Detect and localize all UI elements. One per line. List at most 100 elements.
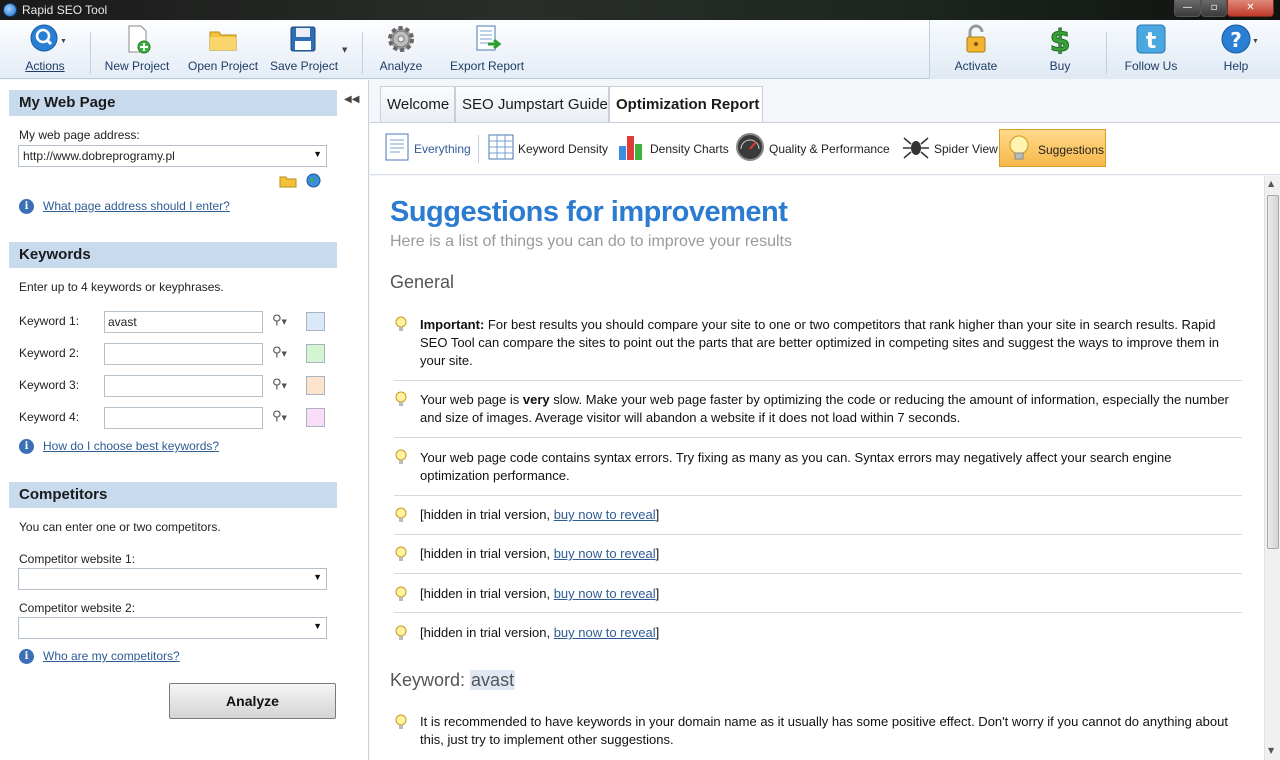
view-quality-performance[interactable]: Quality & Performance [731,129,895,167]
keyword-3-search-icon[interactable]: ⚲▼ [272,377,292,393]
report-view-bar: Everything Keyword Density Density Chart… [370,122,1280,175]
open-project-button[interactable]: Open Project [188,24,258,76]
scroll-up-arrow-icon[interactable]: ▲ [1268,179,1274,188]
keyword-4-search-icon[interactable]: ⚲▼ [272,409,292,425]
scroll-down-arrow-icon[interactable]: ▼ [1268,746,1274,755]
report-title: Suggestions for improvement [390,196,788,228]
suggestion-important-label: Important: [420,317,485,332]
tab-welcome[interactable]: Welcome [380,86,455,122]
toolbar-separator [90,32,91,74]
buy-now-to-reveal-link[interactable]: buy now to reveal [554,546,656,561]
hidden-prefix: [hidden in trial version, [420,507,554,522]
help-label: Help [1223,59,1249,73]
keyword-3-color-swatch[interactable] [306,376,325,395]
view-everything-label: Everything [414,142,471,156]
hidden-prefix: [hidden in trial version, [420,546,554,561]
hidden-suffix: ] [655,625,660,640]
suggestion-text: [hidden in trial version, buy now to rev… [420,585,1240,603]
address-help-link[interactable]: What page address should I enter? [43,199,230,213]
lightbulb-icon [394,449,408,467]
competitors-help-link[interactable]: Who are my competitors? [43,649,180,663]
twitter-icon: t [1136,24,1166,54]
minimize-button[interactable]: — [1174,0,1201,17]
view-keyword-density[interactable]: Keyword Density [482,129,608,167]
close-button[interactable]: ✕ [1227,0,1274,17]
divider [394,495,1242,496]
keywords-help-link[interactable]: How do I choose best keywords? [43,439,219,453]
general-section-title: General [390,272,455,292]
buy-button[interactable]: $ Buy [1040,24,1080,76]
speedometer-icon [735,132,765,162]
view-suggestions[interactable]: Suggestions [999,129,1106,167]
keyword-3-input[interactable] [104,375,263,397]
globe-icon[interactable] [306,173,321,188]
hidden-suffix: ] [655,586,660,601]
actions-button[interactable]: Actions ▼ [18,24,72,76]
buy-now-to-reveal-link[interactable]: buy now to reveal [554,507,656,522]
tab-optimization-report[interactable]: Optimization Report [609,86,763,123]
svg-text:$: $ [1050,24,1071,54]
keyword-1-input[interactable]: avast [104,311,263,333]
collapse-panel-icon[interactable]: ◀◀ [344,94,359,105]
svg-text:?: ? [1230,28,1242,52]
follow-us-label: Follow Us [1124,59,1178,73]
buy-now-to-reveal-link[interactable]: buy now to reveal [554,625,656,640]
lightbulb-icon [394,507,408,525]
document-list-icon [382,132,412,162]
suggestion-body: For best results you should compare your… [420,317,1219,368]
keyword-4-label: Keyword 4: [19,410,80,424]
activate-button[interactable]: Activate [952,24,1000,76]
maximize-button[interactable]: ▫ [1201,0,1227,17]
keyword-2-label: Keyword 2: [19,346,80,360]
tab-seo-jumpstart-guide[interactable]: SEO Jumpstart Guide [455,86,609,122]
floppy-disk-icon [288,24,318,54]
lightbulb-icon [394,391,408,409]
spider-icon [901,132,931,162]
chevron-down-icon[interactable]: ▼ [313,621,322,631]
analyze-toolbar-button[interactable]: Analyze [378,24,424,76]
scrollbar-thumb[interactable] [1267,195,1279,549]
my-web-page-header: My Web Page [9,90,337,116]
competitor-1-label: Competitor website 1: [19,552,136,566]
competitors-header: Competitors [9,482,337,508]
view-everything[interactable]: Everything [378,129,476,167]
chevron-down-icon[interactable]: ▼ [313,572,322,582]
chevron-down-icon[interactable]: ▼ [313,149,322,159]
competitor-1-combo[interactable]: ▼ [18,568,327,590]
hidden-prefix: [hidden in trial version, [420,586,554,601]
web-page-address-combo[interactable]: http://www.dobreprogramy.pl ▼ [18,145,327,167]
buy-now-to-reveal-link[interactable]: buy now to reveal [554,586,656,601]
keyword-2-search-icon[interactable]: ⚲▼ [272,345,292,361]
competitor-2-combo[interactable]: ▼ [18,617,327,639]
left-panel: ◀◀ My Web Page My web page address: http… [0,80,369,760]
view-quality-performance-label: Quality & Performance [769,142,890,156]
analyze-button[interactable]: Analyze [169,683,336,719]
vertical-scrollbar[interactable]: ▲ ▼ [1264,176,1280,760]
actions-label: Actions [25,59,65,73]
export-report-button[interactable]: Export Report [450,24,524,76]
save-project-button[interactable]: Save Project [270,24,338,76]
new-project-button[interactable]: New Project [104,24,170,76]
address-value: http://www.dobreprogramy.pl [23,149,175,163]
dollar-sign-icon: $ [1045,24,1075,60]
folder-icon [208,24,238,54]
view-density-charts[interactable]: Density Charts [612,129,729,167]
gear-icon [386,24,416,54]
browse-folder-icon[interactable] [279,174,297,188]
suggestion-text: [hidden in trial version, buy now to rev… [420,506,1240,524]
save-dropdown-chevron-icon[interactable]: ▼ [342,46,347,54]
keyword-4-input[interactable] [104,407,263,429]
view-spider-view[interactable]: Spider View [897,129,999,167]
export-report-label: Export Report [450,59,525,73]
keyword-section-label: Keyword: [390,670,471,690]
follow-us-button[interactable]: t Follow Us [1124,24,1178,76]
keyword-4-color-swatch[interactable] [306,408,325,427]
keyword-2-input[interactable] [104,343,263,365]
view-separator [478,135,479,163]
new-document-icon [122,24,152,54]
keyword-1-search-icon[interactable]: ⚲▼ [272,313,292,329]
keyword-2-color-swatch[interactable] [306,344,325,363]
help-button[interactable]: ? Help ▼ [1214,24,1259,76]
keyword-1-color-swatch[interactable] [306,312,325,331]
keyword-section-title: Keyword: avast [390,670,516,691]
